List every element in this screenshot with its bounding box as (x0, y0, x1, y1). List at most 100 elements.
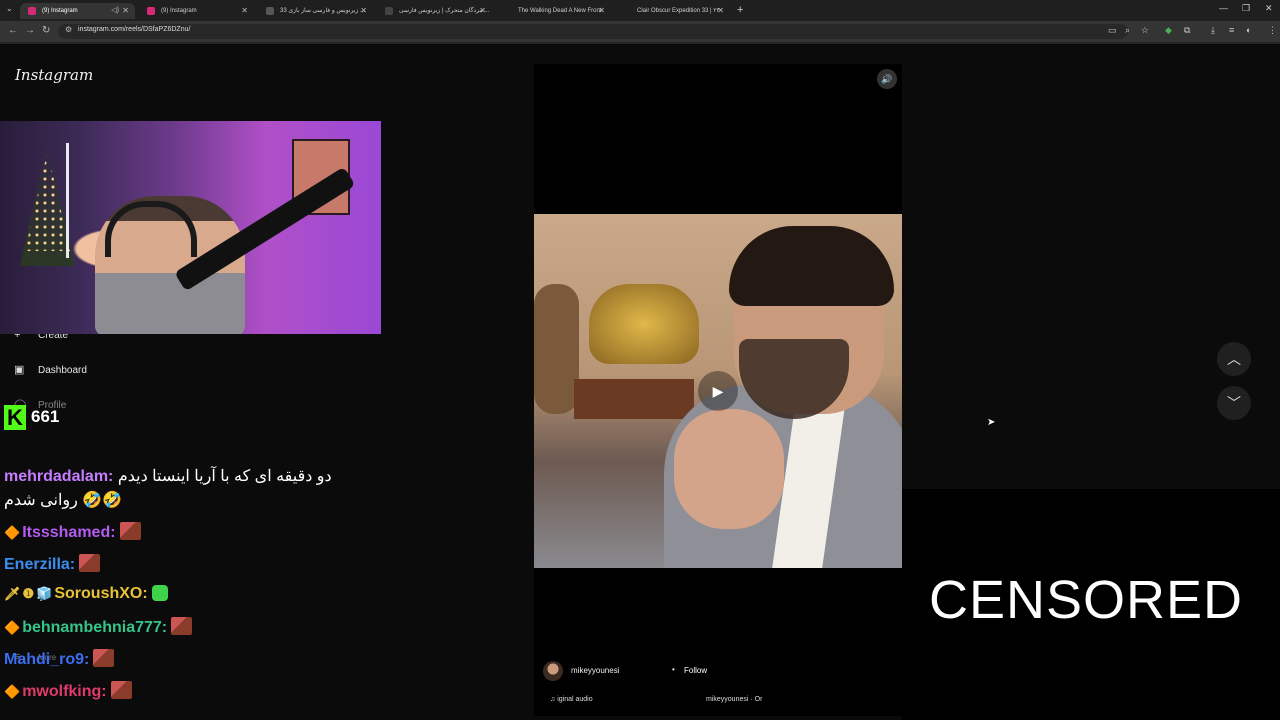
chat-message-cont: روانی شدم 🤣🤣 (4, 490, 122, 510)
address-bar[interactable]: ⚙ instagram.com/reels/DSfaPZ6DZnu/ (58, 24, 1128, 39)
close-tab-icon[interactable]: ✕ (122, 3, 129, 19)
chat-message: 🔶 Itssshamed: (4, 522, 141, 542)
emote-icon (119, 522, 141, 540)
site-favicon-icon (266, 7, 274, 15)
download-icon[interactable]: ⤓ (1211, 25, 1215, 36)
separator: • (672, 665, 675, 674)
close-tab-icon[interactable]: ✕ (241, 3, 248, 19)
instagram-favicon-icon (147, 7, 155, 15)
emote-icon (151, 585, 168, 601)
tab-title: زیرنویس و فارسی ساز بازی 33 ... (280, 8, 366, 14)
profile-avatar-icon[interactable]: ◐ (1246, 25, 1251, 35)
chat-message: Enerzilla: (4, 554, 101, 574)
instagram-favicon-icon (28, 7, 36, 15)
emote-icon (171, 617, 193, 635)
tab-title: مردگان متحرک | زیرنویس فارسی ... (399, 8, 490, 14)
badge-icon: 🔶 (4, 684, 21, 699)
chat-text: روانی شدم 🤣🤣 (4, 492, 123, 509)
tab-title: (9) Instagram (42, 8, 78, 14)
chat-message: 🔶 behnambehnia777: (4, 617, 193, 637)
chevron-up-icon: ︿ (1227, 351, 1241, 367)
audio-link[interactable]: ♫ iginal audio (550, 696, 593, 703)
url-text[interactable]: instagram.com/reels/DSfaPZ6DZnu/ (78, 26, 190, 33)
emote-icon (110, 681, 132, 699)
tab-strip: ⌄ (9) Instagram ◁) ✕ (9) Instagram ✕ زیر… (0, 0, 1280, 21)
chat-username: behnambehnia777: (22, 619, 168, 636)
tab-zirnevis-2[interactable]: مردگان متحرک | زیرنویس فارسی ... ✕ (377, 3, 492, 19)
tab-list-icon[interactable]: ⌄ (6, 4, 13, 13)
window-close-icon[interactable]: ✕ (1265, 3, 1273, 14)
chat-text: دو دقیقه ای که با آریا اینستا دیدم (117, 468, 332, 485)
back-icon[interactable]: ← (8, 25, 18, 36)
new-tab-icon[interactable]: + (737, 4, 743, 16)
viewer-count: 661 (31, 407, 60, 426)
tab-zirnevis-1[interactable]: زیرنویس و فارسی ساز بازی 33 ... ✕ (258, 3, 373, 19)
divider (0, 42, 1280, 44)
instagram-logo[interactable]: Instagram (15, 66, 93, 84)
kick-logo-icon: K (4, 405, 26, 430)
close-tab-icon[interactable]: ✕ (479, 3, 486, 19)
tree-lights (25, 151, 70, 251)
speaker-icon[interactable]: ◁) (111, 3, 119, 19)
chat-message: Mahdi_ro9: (4, 649, 115, 669)
forward-icon[interactable]: → (25, 25, 35, 36)
next-reel-button[interactable]: ﹀ (1217, 386, 1251, 420)
chat-username: mehrdadalam: (4, 468, 114, 485)
chevron-down-icon: ﹀ (1227, 395, 1241, 411)
close-tab-icon[interactable]: ✕ (598, 3, 605, 19)
play-icon[interactable]: ▶ (698, 371, 738, 411)
tab-title: The Walking Dead A New Front (518, 8, 602, 14)
reload-icon[interactable]: ↻ (42, 25, 50, 36)
site-info-icon[interactable]: ⚙ (65, 25, 72, 34)
cast-icon[interactable]: ▭ (1108, 25, 1117, 36)
tab-title: Clair Obscur Expedition 33 | ۲۳ (637, 8, 720, 14)
emote-icon (93, 649, 115, 667)
golden-pot (589, 284, 699, 364)
dashboard-icon: ▣ (14, 364, 25, 376)
tab-instagram-2[interactable]: (9) Instagram ✕ (139, 3, 254, 19)
tab-walking-dead[interactable]: The Walking Dead A New Front ✕ (496, 3, 611, 19)
site-favicon-icon (385, 7, 393, 15)
sword-badge-icon: 🗡 (4, 586, 21, 601)
menu-icon[interactable]: ≡ (1229, 25, 1234, 35)
badge-icon: 🔶 (4, 620, 21, 635)
nav-label: Dashboard (38, 365, 87, 376)
webcam-overlay (0, 121, 381, 334)
avatar[interactable] (543, 661, 563, 681)
emote-icon (79, 554, 101, 572)
chat-message: 🗡 ❶ 🧊 SoroushXO: (4, 585, 168, 603)
audio-label: iginal audio (557, 696, 593, 703)
chat-username: SoroushXO: (54, 585, 148, 602)
chat-username: Mahdi_ro9: (4, 651, 90, 668)
address-toolbar: ← → ↻ ⚙ instagram.com/reels/DSfaPZ6DZnu/… (0, 21, 1280, 42)
previous-reel-button[interactable]: ︿ (1217, 342, 1251, 376)
username[interactable]: mikeyyounesi (571, 666, 619, 675)
hair (729, 226, 894, 306)
chat-message: 🔶 mwolfking: (4, 681, 132, 701)
audio-owner[interactable]: mikeyyounesi · Or (706, 696, 762, 703)
zoom-icon[interactable]: ⌕ (1125, 25, 1130, 36)
mouse-cursor-icon: ➤ (987, 417, 996, 428)
follow-button[interactable]: Follow (684, 666, 707, 675)
more-icon[interactable]: ⋮ (1268, 25, 1277, 36)
close-tab-icon[interactable]: ✕ (360, 3, 367, 19)
tab-clair-obscur[interactable]: Clair Obscur Expedition 33 | ۲۳ ✕ (615, 3, 730, 19)
close-tab-icon[interactable]: ✕ (717, 3, 724, 19)
vase (534, 284, 579, 414)
volume-icon[interactable]: 🔊 (877, 69, 897, 89)
bookmark-star-icon[interactable]: ☆ (1141, 25, 1149, 36)
number-badge-icon: ❶ (22, 586, 35, 601)
tab-instagram-1[interactable]: (9) Instagram ◁) ✕ (20, 3, 135, 19)
minimize-icon[interactable]: — (1219, 3, 1228, 13)
censored-box: CENSORED (902, 489, 1280, 720)
extension-icon[interactable]: ◆ (1165, 25, 1172, 36)
badge-icon: 🔶 (4, 525, 21, 540)
tab-title: (9) Instagram (161, 8, 197, 14)
restore-icon[interactable]: ❐ (1242, 3, 1250, 14)
chat-username: Enerzilla: (4, 556, 76, 573)
nav-dashboard[interactable]: ▣ Dashboard (14, 363, 87, 376)
hand (674, 409, 784, 529)
light-bar (66, 143, 69, 258)
extensions-puzzle-icon[interactable]: ⧉ (1184, 25, 1190, 36)
table (574, 379, 694, 419)
